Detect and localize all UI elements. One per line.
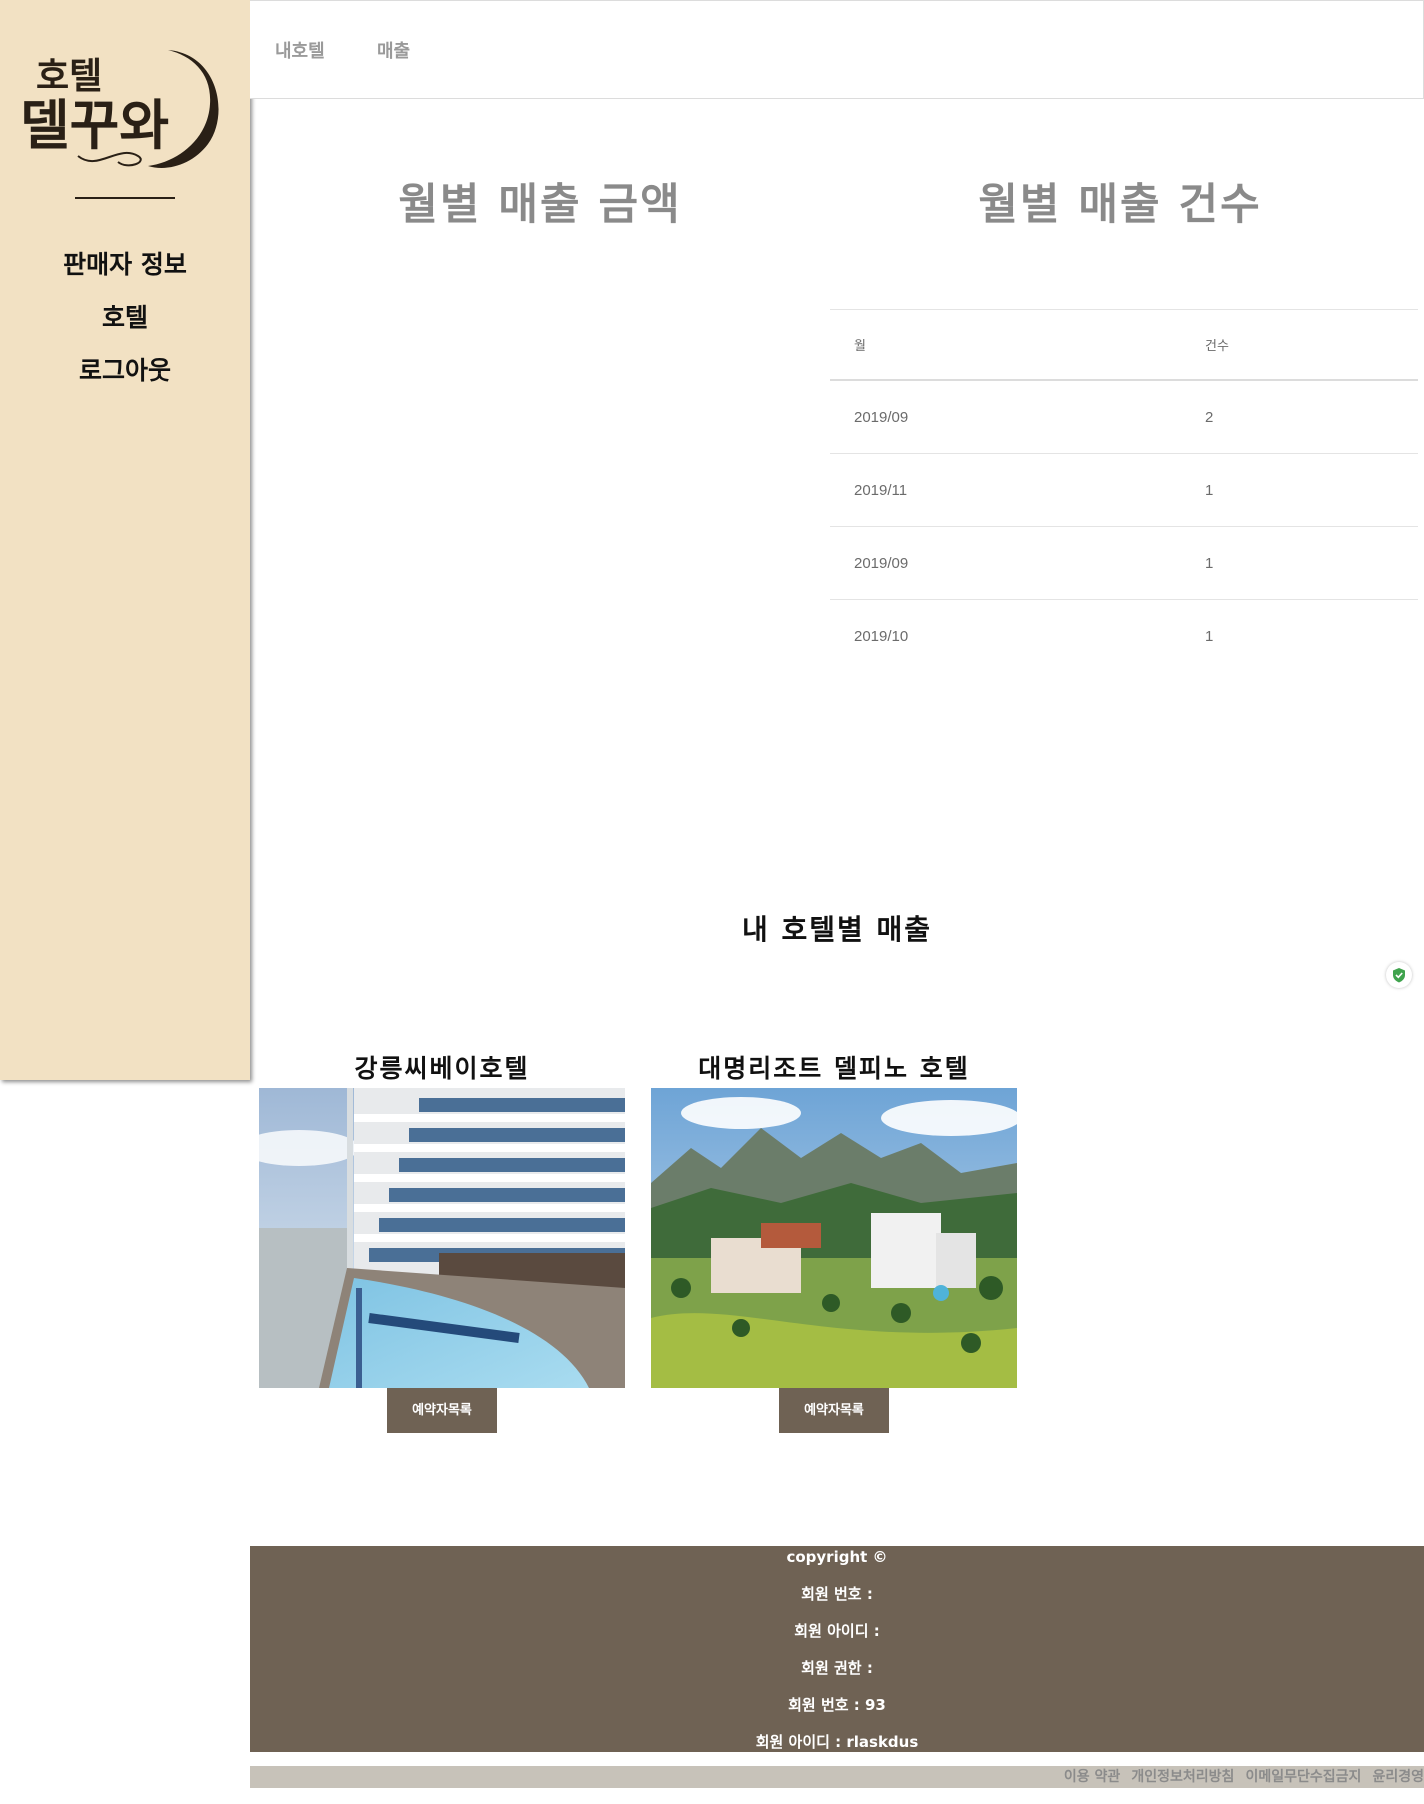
security-badge[interactable] — [1386, 962, 1412, 988]
table-row: 2019/10 1 — [830, 599, 1418, 672]
hotel-logo[interactable]: 호텔 델꾸와 — [18, 44, 232, 176]
cell-count: 1 — [1181, 526, 1418, 600]
logo-divider — [75, 197, 175, 199]
monthly-amount-title: 월별 매출 금액 — [398, 180, 682, 230]
cell-month: 2019/11 — [830, 453, 1181, 527]
terms-link[interactable]: 이용 약관 — [1064, 1769, 1120, 1785]
footer-member-id: 회원 아이디 : rlaskdus — [755, 1733, 919, 1751]
shield-icon — [1393, 968, 1405, 983]
sidebar-item-logout[interactable]: 로그아웃 — [0, 344, 250, 397]
sidebar: 호텔 델꾸와 판매자 정보 호텔 로그아웃 — [0, 0, 250, 1080]
cell-count: 2 — [1181, 379, 1418, 454]
hotel-name: 강릉씨베이호텔 — [354, 1054, 530, 1083]
footer-copyright: copyright © — [786, 1548, 888, 1566]
tab-sales[interactable]: 매출 — [377, 37, 410, 63]
svg-text:델꾸와: 델꾸와 — [20, 93, 169, 157]
monthly-count-table: 월 건수 2019/09 2 2019/11 1 2019/09 1 2019/… — [830, 309, 1418, 672]
monthly-count-title: 월별 매출 건수 — [978, 180, 1262, 230]
cell-count: 1 — [1181, 453, 1418, 527]
cell-month: 2019/10 — [830, 599, 1181, 672]
hotel-photo[interactable] — [259, 1088, 625, 1388]
footer-member-id-label: 회원 아이디 : — [794, 1622, 880, 1640]
tab-my-hotel[interactable]: 내호텔 — [275, 37, 325, 63]
hotel-card: 강릉씨베이호텔 예약자목록 — [259, 1050, 625, 1433]
sidebar-item-seller-info[interactable]: 판매자 정보 — [0, 238, 250, 291]
sidebar-nav: 판매자 정보 호텔 로그아웃 — [0, 238, 250, 397]
column-header-count: 건수 — [1181, 309, 1418, 381]
svg-text:호텔: 호텔 — [36, 55, 102, 97]
table-row: 2019/09 1 — [830, 526, 1418, 600]
reservation-list-button[interactable]: 예약자목록 — [387, 1388, 497, 1433]
hotel-card: 대명리조트 델피노 호텔 예약자목록 — [651, 1050, 1017, 1433]
footer-member-number-label: 회원 번호 : — [801, 1585, 873, 1603]
ethics-link[interactable]: 윤리경영 — [1372, 1769, 1424, 1785]
privacy-policy-link[interactable]: 개인정보처리방침 — [1131, 1769, 1234, 1785]
footer-member-number: 회원 번호 : 93 — [788, 1696, 886, 1714]
table-header-row: 월 건수 — [830, 309, 1418, 381]
table-row: 2019/09 2 — [830, 379, 1418, 454]
sidebar-item-hotel[interactable]: 호텔 — [0, 291, 250, 344]
email-policy-link[interactable]: 이메일무단수집금지 — [1245, 1769, 1361, 1785]
table-row: 2019/11 1 — [830, 453, 1418, 527]
cell-month: 2019/09 — [830, 379, 1181, 454]
hotel-name: 대명리조트 델피노 호텔 — [698, 1054, 970, 1083]
cell-month: 2019/09 — [830, 526, 1181, 600]
top-nav: 내호텔 매출 — [250, 0, 1424, 99]
reservation-list-button[interactable]: 예약자목록 — [779, 1388, 889, 1433]
footer: copyright © 회원 번호 : 회원 아이디 : 회원 권한 : 회원 … — [250, 1546, 1424, 1752]
footer-links-bar: 이용 약관 개인정보처리방침 이메일무단수집금지 윤리경영 — [250, 1766, 1424, 1788]
hotel-photo[interactable] — [651, 1088, 1017, 1388]
footer-member-role-label: 회원 권한 : — [801, 1659, 873, 1677]
column-header-month: 월 — [830, 309, 1181, 381]
hotel-sales-title: 내 호텔별 매출 — [741, 913, 933, 946]
cell-count: 1 — [1181, 599, 1418, 672]
